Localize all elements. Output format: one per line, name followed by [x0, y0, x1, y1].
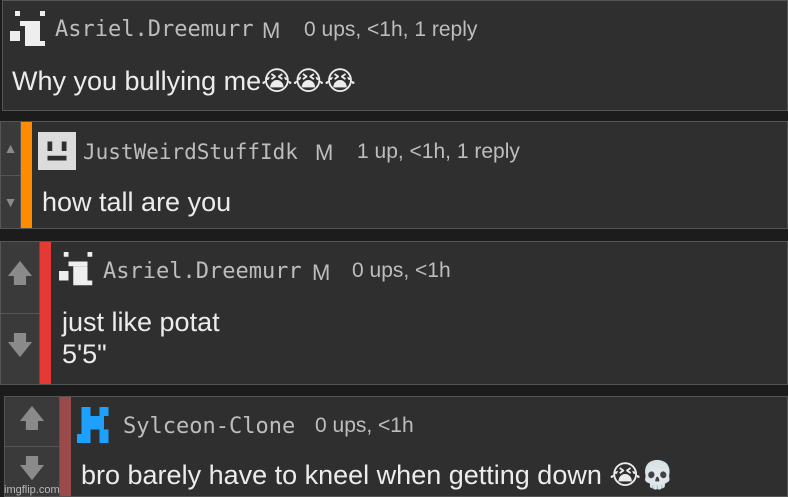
- comment-body: bro barely have to kneel when getting do…: [81, 460, 675, 490]
- downvote-button[interactable]: ▼: [1, 174, 20, 229]
- goat-face-avatar-icon[interactable]: [59, 252, 97, 295]
- vote-column: ▲ ▼: [1, 122, 21, 228]
- upvote-button[interactable]: 🡅: [1, 242, 39, 313]
- square-face-avatar-icon[interactable]: [38, 132, 76, 175]
- comment-meta: 1 up, <1h, 1 reply: [357, 140, 520, 163]
- comment-body: just like potat 5'5": [62, 307, 220, 369]
- comment-body: how tall are you: [42, 187, 232, 217]
- comment-meta: 0 ups, <1h: [315, 414, 414, 437]
- comment-username[interactable]: Asriel.Dreemurr: [55, 17, 254, 42]
- comment-username[interactable]: Asriel.Dreemurr: [103, 259, 302, 284]
- comment-3: 🡅 🡇 Asriel.Dreemurr M 0 ups, <1h just li…: [0, 241, 788, 385]
- reply-depth-stripe: [21, 122, 32, 228]
- imgflip-watermark: imgflip.com: [4, 484, 60, 496]
- comment-gender: M: [262, 18, 281, 43]
- blue-pixel-avatar-icon[interactable]: [77, 407, 113, 448]
- goat-face-avatar-icon[interactable]: [10, 11, 50, 56]
- upvote-button[interactable]: ▲: [1, 122, 20, 175]
- comment-1: Asriel.Dreemurr M 0 ups, <1h, 1 reply Wh…: [2, 0, 788, 111]
- comment-meta: 0 ups, <1h, 1 reply: [304, 18, 478, 41]
- comment-username[interactable]: JustWeirdStuffIdk: [83, 140, 298, 164]
- comment-gender: M: [315, 140, 334, 165]
- vote-column: 🡅 🡇: [1, 242, 40, 384]
- upvote-button[interactable]: 🡅: [5, 397, 59, 446]
- comment-2: ▲ ▼ JustWeirdStuffIdk M 1 up, <1h, 1 rep…: [0, 121, 788, 229]
- reply-depth-stripe: [40, 242, 51, 384]
- reply-depth-stripe: [60, 397, 71, 496]
- comment-meta: 0 ups, <1h: [352, 259, 451, 282]
- comment-username[interactable]: Sylceon-Clone: [123, 414, 295, 439]
- comment-gender: M: [312, 260, 331, 285]
- comment-body: Why you bullying me😭😭😭: [12, 66, 356, 96]
- vote-column: 🡅 🡇: [5, 397, 60, 496]
- comment-4: 🡅 🡇 Sylceon-Clone 0 ups, <1h bro barely …: [4, 396, 788, 497]
- downvote-button[interactable]: 🡇: [1, 312, 39, 385]
